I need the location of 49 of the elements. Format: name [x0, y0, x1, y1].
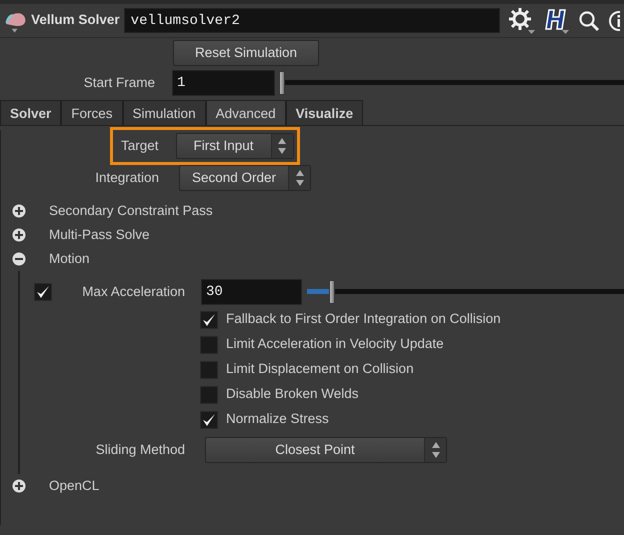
folder-label[interactable]: OpenCL — [49, 476, 100, 496]
tab[interactable]: Solver — [0, 100, 62, 125]
reset-simulation-button[interactable]: Reset Simulation — [173, 40, 319, 66]
checkbox[interactable] — [200, 386, 218, 404]
folder-label[interactable]: Secondary Constraint Pass — [49, 200, 213, 222]
updown-arrows-icon — [294, 169, 305, 187]
collapse-icon[interactable] — [12, 252, 26, 266]
toggle-label: Disable Broken Welds — [226, 385, 359, 404]
node-type-label: Vellum Solver — [31, 11, 120, 30]
checkbox[interactable] — [200, 410, 218, 428]
help-h-icon[interactable] — [544, 6, 570, 34]
tab[interactable]: Simulation — [122, 100, 206, 125]
param-label: Sliding Method — [94, 440, 185, 459]
slider-handle[interactable] — [279, 71, 285, 95]
check-icon — [36, 285, 50, 299]
start-frame-field[interactable]: 1 — [172, 70, 275, 96]
slider-handle[interactable] — [329, 280, 336, 304]
param-label: Start Frame — [82, 74, 155, 92]
dropdown[interactable]: Closest Point — [205, 437, 447, 463]
dropdown[interactable]: Second Order — [179, 165, 312, 191]
checkbox[interactable] — [200, 360, 218, 378]
check-icon — [202, 412, 216, 426]
checkbox[interactable] — [200, 336, 218, 354]
toggle-label: Fallback to First Order Integration on Collision — [226, 310, 501, 328]
folder-label[interactable]: Multi-Pass Solve — [49, 224, 150, 246]
expand-icon[interactable] — [12, 204, 26, 218]
updown-arrows-icon — [277, 137, 288, 155]
tab[interactable]: Advanced — [206, 100, 286, 125]
expand-icon[interactable] — [12, 228, 26, 242]
max-acceleration-field[interactable]: 30 — [201, 279, 302, 305]
gear-icon[interactable] — [508, 6, 536, 34]
info-icon[interactable] — [608, 10, 620, 32]
toggle-label: Limit Acceleration in Velocity Update — [226, 335, 444, 354]
node-name-field[interactable]: vellumsolver2 — [124, 8, 500, 33]
checkbox[interactable] — [34, 283, 52, 301]
search-icon[interactable] — [578, 10, 600, 32]
param-label: Integration — [94, 168, 159, 187]
tab[interactable]: Visualize — [286, 100, 364, 125]
dropdown[interactable]: First Input — [176, 133, 294, 159]
expand-icon[interactable] — [12, 479, 26, 493]
param-label: Target — [121, 136, 159, 155]
updown-arrows-icon — [430, 441, 440, 459]
toggle-label: Limit Displacement on Collision — [226, 360, 414, 378]
toggle-label: Normalize Stress — [226, 410, 329, 428]
tab[interactable]: Forces — [61, 100, 123, 125]
check-icon — [202, 312, 216, 326]
param-label: Max Acceleration — [81, 282, 185, 301]
checkbox[interactable] — [200, 310, 218, 328]
folder-label[interactable]: Motion — [49, 248, 90, 270]
